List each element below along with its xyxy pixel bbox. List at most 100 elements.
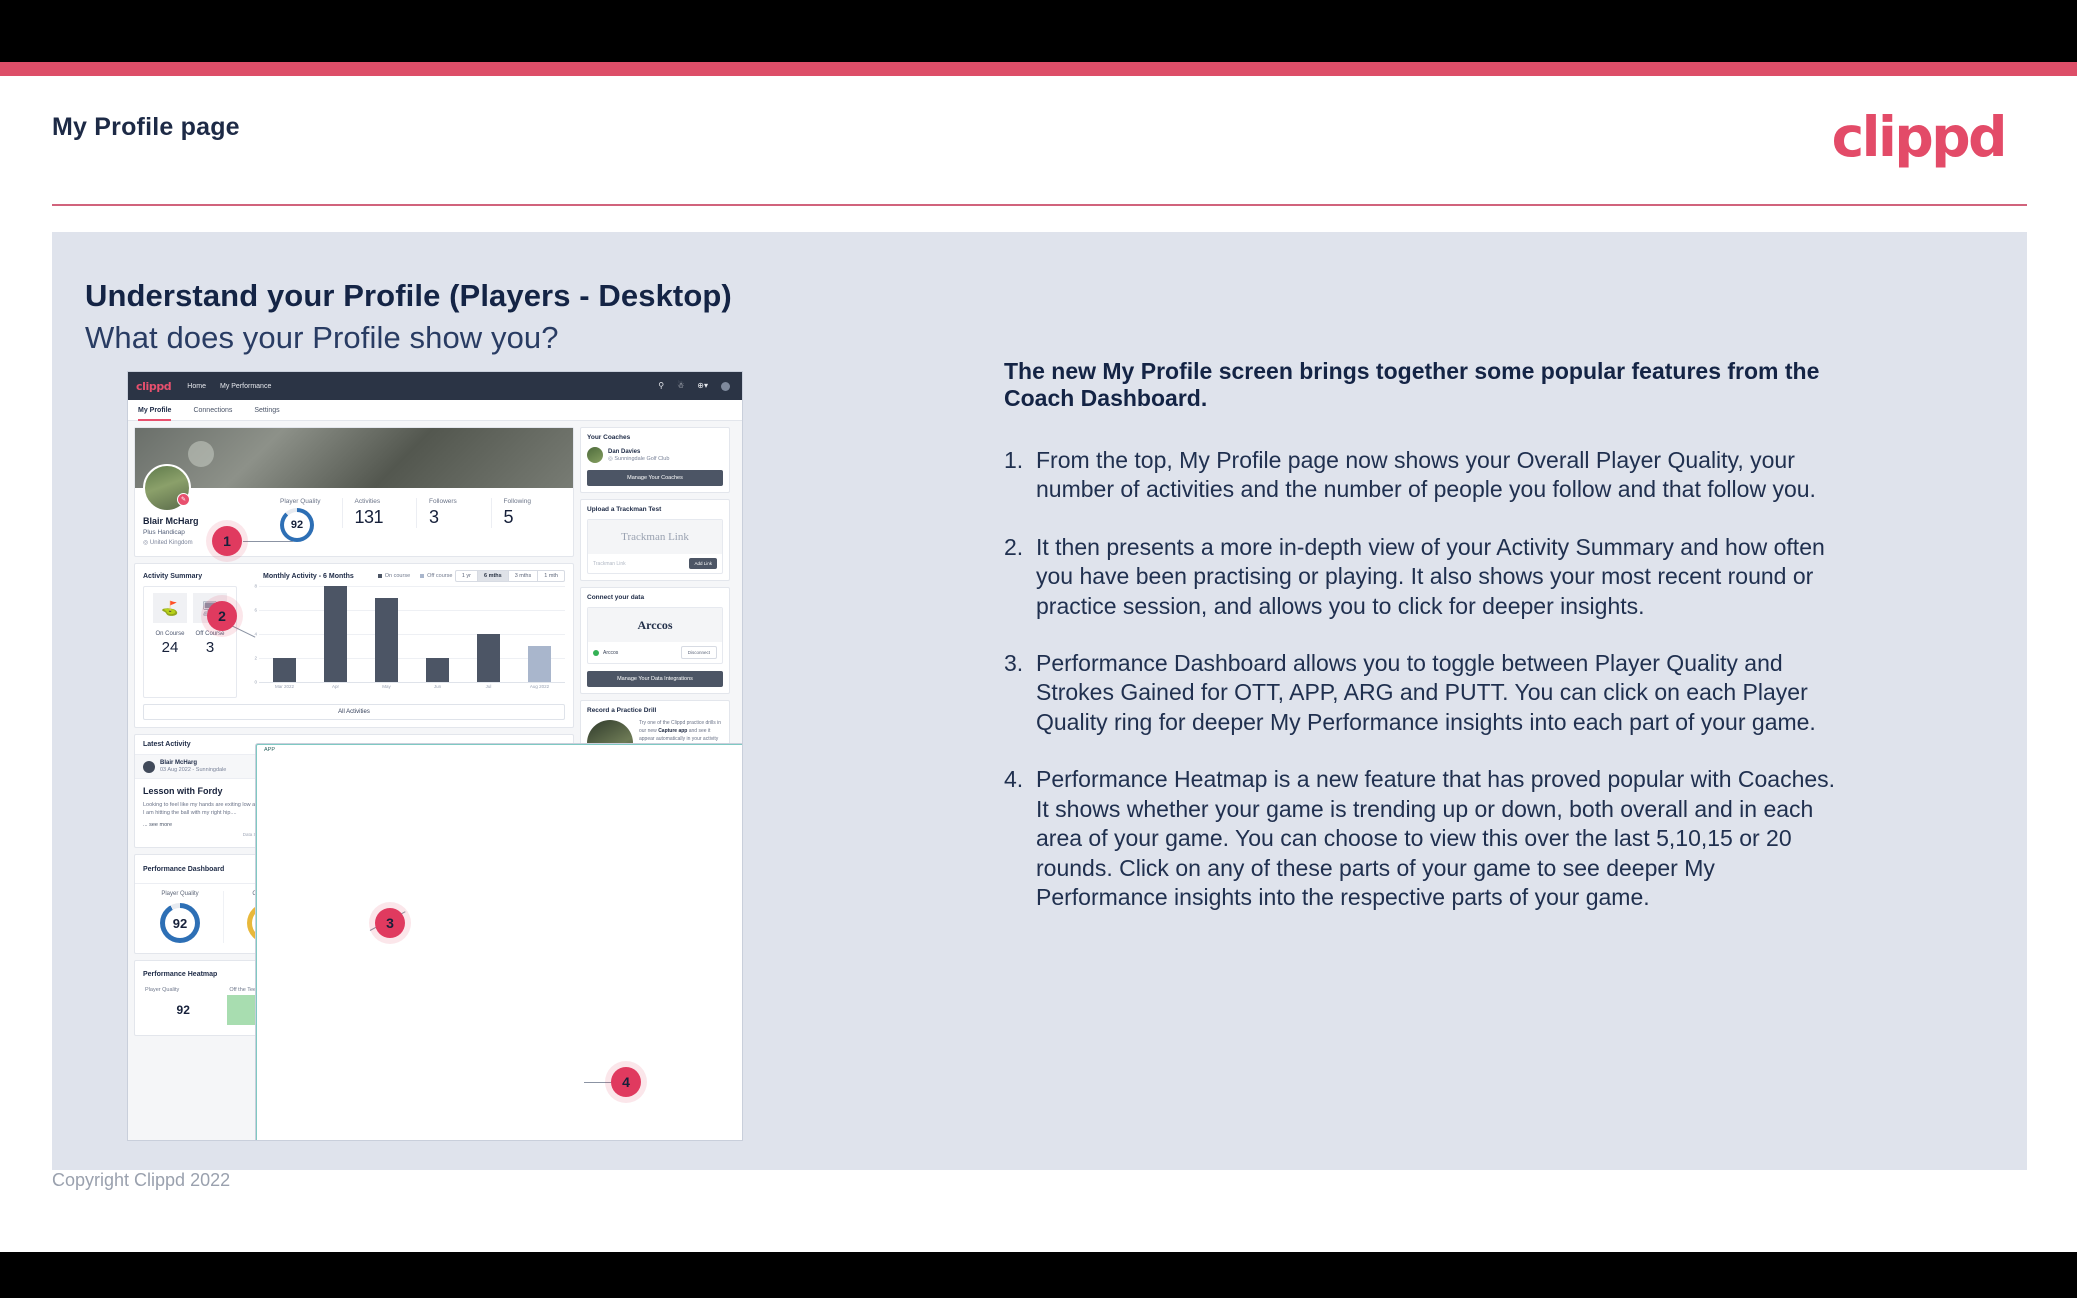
profile-location-label: United Kingdom bbox=[149, 540, 193, 546]
player-quality-ring[interactable]: 92 bbox=[280, 508, 314, 542]
range-selector: 1 yr 6 mths 3 mths 1 mth bbox=[454, 570, 565, 582]
manage-data-integrations-button[interactable]: Manage Your Data Integrations bbox=[587, 671, 723, 687]
connect-data-title: Connect your data bbox=[587, 594, 645, 601]
coach-club: ◎ Sunningdale Golf Club bbox=[608, 456, 669, 462]
nav-link-home[interactable]: Home bbox=[187, 383, 206, 390]
stat-player-quality[interactable]: Player Quality 92 bbox=[268, 498, 342, 542]
latest-activity-body: Lesson with Fordy Looking to feel like m… bbox=[135, 744, 742, 1140]
callout-1-leader-line bbox=[243, 541, 293, 542]
performance-dashboard-title: Performance Dashboard bbox=[143, 865, 225, 873]
clippd-logo: clippd bbox=[1831, 105, 2008, 169]
search-icon[interactable]: ⚲ bbox=[658, 382, 664, 390]
stat-value: 5 bbox=[503, 507, 514, 527]
golf-bag-icon bbox=[143, 760, 155, 773]
trackman-link-input[interactable]: Trackman Link bbox=[593, 561, 685, 567]
ytick: 8 bbox=[254, 583, 257, 589]
callout-marker-2: 2 bbox=[207, 601, 237, 631]
xtick: May bbox=[382, 684, 391, 689]
bar-cell bbox=[361, 586, 412, 682]
your-coaches-title: Your Coaches bbox=[587, 434, 631, 441]
coach-row: Dan Davies ◎ Sunningdale Golf Club bbox=[587, 447, 723, 463]
tab-settings[interactable]: Settings bbox=[254, 400, 279, 421]
list-item-number: 3. bbox=[1004, 650, 1024, 676]
list-item: 3. Performance Dashboard allows you to t… bbox=[1004, 649, 1849, 737]
connect-data-card: Connect your data Arccos Arccos Disconne… bbox=[580, 587, 730, 694]
activity-summary-title: Activity Summary bbox=[143, 572, 203, 580]
bar-jun[interactable] bbox=[425, 658, 450, 682]
list-item-text: Performance Dashboard allows you to togg… bbox=[1036, 650, 1816, 735]
arccos-name: Arccos bbox=[603, 649, 619, 656]
stat-label: Followers bbox=[429, 498, 457, 505]
tab-my-profile[interactable]: My Profile bbox=[138, 400, 172, 421]
heatmap-cell-player-quality[interactable]: 92 bbox=[143, 995, 228, 1025]
chart-x-labels: Mar 2022 Apr May Jun Jul Aug 2022 bbox=[259, 684, 565, 689]
coach-avatar bbox=[587, 447, 603, 463]
all-activities-button[interactable]: All Activities bbox=[143, 704, 565, 720]
nav-link-my-performance[interactable]: My Performance bbox=[220, 383, 271, 390]
stat-followers: Followers 3 bbox=[416, 498, 491, 528]
tile-label: On Course bbox=[155, 631, 185, 637]
page-title: My Profile page bbox=[52, 113, 240, 141]
app-screenshot: clippd Home My Performance ⚲ ☃ ⊕▾ My Pro… bbox=[128, 372, 742, 1140]
list-item-text: From the top, My Profile page now shows … bbox=[1036, 446, 1816, 503]
bar-may[interactable] bbox=[374, 598, 399, 682]
ring-player-quality[interactable]: Player Quality 92 bbox=[137, 891, 223, 943]
manage-coaches-button[interactable]: Manage Your Coaches bbox=[587, 470, 723, 486]
trackman-card: Upload a Trackman Test Trackman Link Tra… bbox=[580, 499, 730, 581]
edit-pencil-icon[interactable]: ✎ bbox=[177, 493, 190, 506]
tile-on-course: ⛳ On Course 24 bbox=[153, 593, 187, 691]
location-pin-icon: ◎ bbox=[608, 455, 613, 462]
ytick: 2 bbox=[254, 655, 257, 661]
bar-mar-2022[interactable] bbox=[272, 658, 297, 682]
stat-following: Following 5 bbox=[490, 498, 566, 528]
arccos-block: Arccos Arccos Disconnect bbox=[587, 607, 723, 664]
avatar[interactable]: ✎ bbox=[143, 464, 191, 512]
profile-name: Blair McHarg bbox=[143, 516, 199, 526]
range-1mth[interactable]: 1 mth bbox=[537, 571, 564, 581]
profile-row: ✎ Blair McHarg Plus Handicap ◎ United Ki… bbox=[135, 464, 573, 556]
callout-marker-4: 4 bbox=[611, 1067, 641, 1097]
activity-summary-card: Activity Summary Monthly Activity - 6 Mo… bbox=[134, 563, 574, 728]
status-connected-icon bbox=[593, 649, 599, 656]
bar-apr[interactable] bbox=[323, 586, 348, 682]
xtick: Jul bbox=[485, 684, 492, 689]
tag-app[interactable]: APP bbox=[256, 744, 742, 1140]
heatmap-value: 92 bbox=[176, 1003, 190, 1017]
range-1yr[interactable]: 1 yr bbox=[456, 571, 477, 581]
slide-bottom-letterbox bbox=[0, 1252, 2077, 1298]
stat-value: 131 bbox=[354, 507, 384, 527]
tile-label: Off Course bbox=[195, 631, 225, 637]
heatmap-label: Player Quality bbox=[145, 987, 180, 993]
app-top-nav: clippd Home My Performance ⚲ ☃ ⊕▾ bbox=[128, 372, 742, 400]
bar-cell bbox=[514, 586, 565, 682]
range-3mths[interactable]: 3 mths bbox=[507, 571, 538, 581]
disconnect-button[interactable]: Disconnect bbox=[680, 646, 717, 659]
add-link-button[interactable]: Add Link bbox=[689, 558, 717, 569]
profile-handicap: Plus Handicap bbox=[143, 529, 185, 536]
stat-activities: Activities 131 bbox=[341, 498, 417, 528]
ring-label: Player Quality bbox=[161, 891, 199, 897]
avatar-icon[interactable] bbox=[721, 381, 730, 391]
bar-cell bbox=[463, 586, 514, 682]
tab-connections[interactable]: Connections bbox=[193, 400, 232, 421]
monthly-activity-chart: 8 6 4 2 0 Mar 2022 Apr May Jun Jul Aug 2… bbox=[247, 583, 565, 698]
your-coaches-card: Your Coaches Dan Davies ◎ Sunningdale Go… bbox=[580, 427, 730, 493]
chart-legend: On course Off course bbox=[377, 573, 452, 579]
profile-card: ✎ Blair McHarg Plus Handicap ◎ United Ki… bbox=[134, 427, 574, 557]
people-icon[interactable]: ☃ bbox=[677, 382, 684, 390]
xtick: Jun bbox=[433, 684, 442, 689]
explanation-list: 1. From the top, My Profile page now sho… bbox=[1004, 446, 1849, 913]
monthly-activity-title: Monthly Activity - 6 Months bbox=[263, 572, 354, 580]
trackman-input-row: Trackman Link Add Link bbox=[588, 554, 722, 573]
app-logo[interactable]: clippd bbox=[136, 380, 172, 393]
callout-marker-3: 3 bbox=[375, 908, 405, 938]
coach-club-label: Sunningdale Golf Club bbox=[614, 455, 670, 462]
drill-text-bold: Capture app bbox=[658, 727, 688, 734]
app-nav-actions: ⚲ ☃ ⊕▾ bbox=[658, 381, 734, 391]
add-circle-icon[interactable]: ⊕▾ bbox=[697, 382, 708, 390]
list-item: 4. Performance Heatmap is a new feature … bbox=[1004, 765, 1849, 912]
stat-label: Following bbox=[503, 498, 531, 505]
range-6mths[interactable]: 6 mths bbox=[476, 571, 508, 581]
bar-jul[interactable] bbox=[476, 634, 501, 682]
bar-aug-2022[interactable] bbox=[527, 646, 552, 682]
